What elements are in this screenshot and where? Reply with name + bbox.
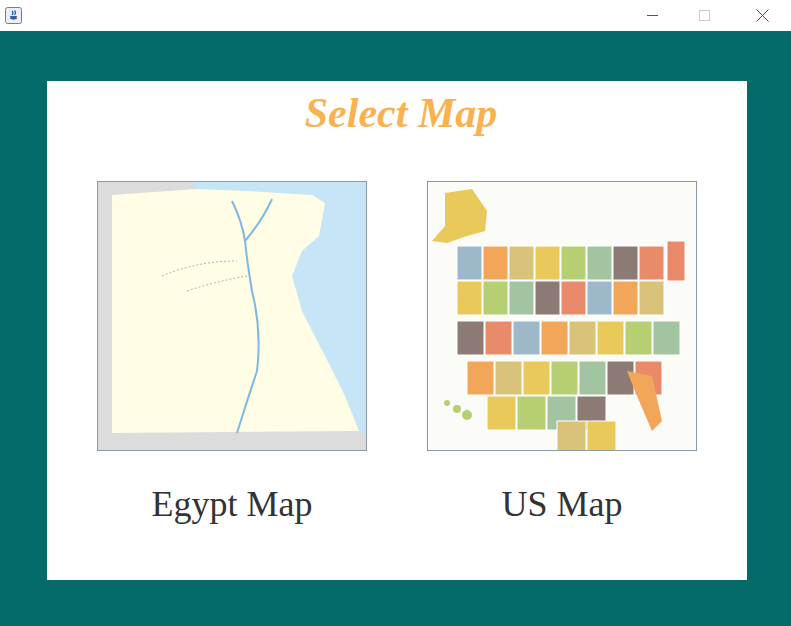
egypt-map-icon[interactable] (97, 181, 367, 451)
map-option[interactable]: US Map (427, 181, 697, 526)
close-icon[interactable] (733, 0, 791, 31)
select-panel: Select Map Egypt Map US Map (47, 81, 747, 580)
panel-title: Select Map (305, 89, 497, 137)
java-icon (0, 7, 22, 24)
map-list: Egypt Map US Map (47, 181, 697, 526)
map-option[interactable]: Egypt Map (97, 181, 367, 526)
background: Select Map Egypt Map US Map (0, 31, 791, 626)
app-window: Select Map Egypt Map US Map (0, 0, 791, 626)
map-label[interactable]: Egypt Map (152, 482, 313, 526)
maximize-icon[interactable] (675, 0, 733, 31)
map-label[interactable]: US Map (501, 482, 622, 526)
us-map-icon[interactable] (427, 181, 697, 451)
title-bar (0, 0, 791, 31)
minimize-icon[interactable] (629, 0, 675, 31)
